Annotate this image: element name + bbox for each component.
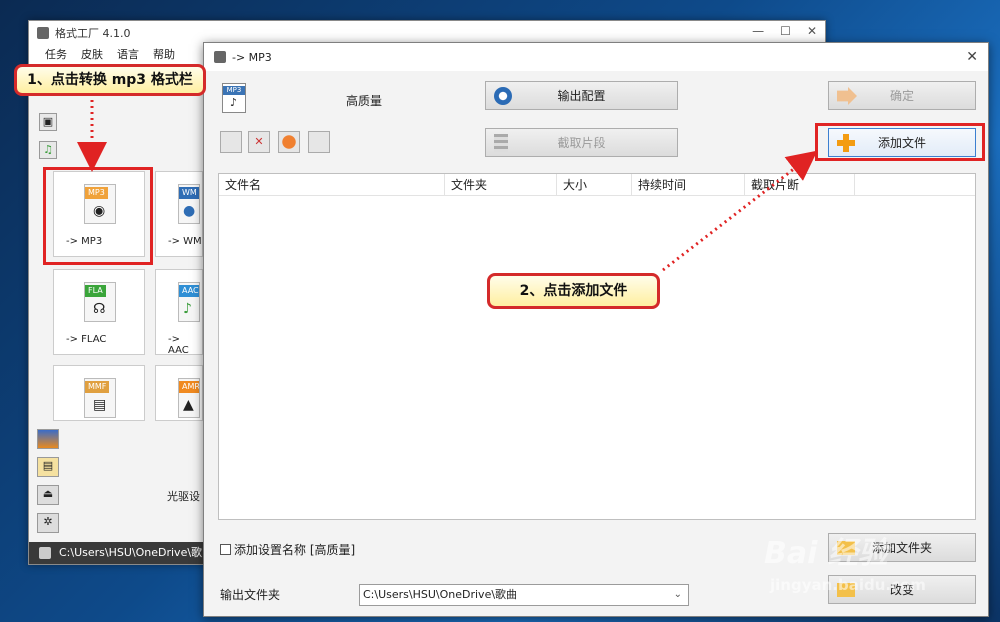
arrow-step2 [662,150,818,272]
baidu-watermark-url: jingyan.baidu.com [770,576,926,594]
baidu-watermark-logo: Bai 经验 [764,536,888,571]
